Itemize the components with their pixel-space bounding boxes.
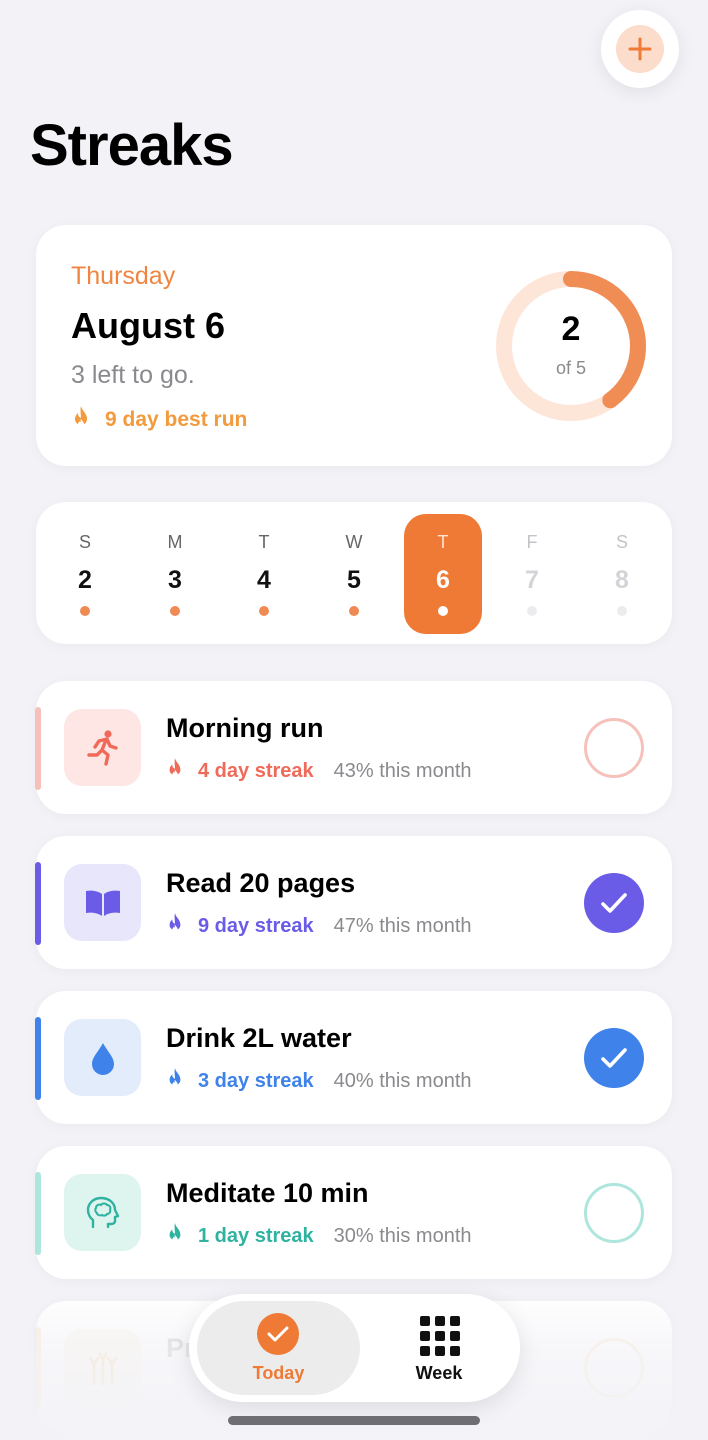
tab-bar: Today Week: [189, 1294, 520, 1402]
checkmark-icon: [601, 893, 627, 913]
tab-today[interactable]: Today: [197, 1301, 360, 1395]
habit-name: Meditate 10 min: [166, 1178, 369, 1208]
completion-dot: [617, 606, 627, 616]
habit-name: Read 20 pages: [166, 868, 356, 898]
checkmark-icon: [601, 1048, 627, 1068]
habit-month-percent: 40% this month: [333, 1069, 472, 1092]
day-sun[interactable]: S 2: [46, 502, 124, 644]
complete-toggle[interactable]: [584, 1028, 644, 1088]
habit-streak: 9 day streak: [166, 912, 314, 940]
day-number: 5: [347, 566, 361, 594]
day-letter: S: [615, 532, 628, 552]
habit-streak: 4 day streak: [166, 757, 314, 785]
home-indicator: [228, 1416, 480, 1425]
day-number: 2: [78, 566, 92, 594]
page-title: Streaks: [30, 113, 234, 178]
day-letter: M: [167, 532, 183, 552]
habit-name: Morning run: [166, 713, 324, 743]
completion-dot: [259, 606, 269, 616]
habit-month-percent: 43% this month: [333, 759, 472, 782]
habit-card-read[interactable]: Read 20 pages 9 day streak 47% this mont…: [35, 836, 672, 969]
day-sat[interactable]: S 8: [583, 502, 661, 644]
day-thu-selected[interactable]: T 6: [404, 514, 482, 634]
day-tue[interactable]: T 4: [225, 502, 303, 644]
day-letter: T: [258, 532, 270, 552]
day-fri[interactable]: F 7: [493, 502, 571, 644]
water-drop-icon: [64, 1019, 141, 1096]
progress-total: of 5: [555, 358, 587, 378]
plus-icon: [616, 25, 664, 73]
grid-icon: [420, 1316, 460, 1356]
habit-streak: 3 day streak: [166, 1067, 314, 1095]
habit-card-meditate[interactable]: Meditate 10 min 1 day streak 30% this mo…: [35, 1146, 672, 1279]
summary-remaining: 3 left to go.: [71, 361, 195, 389]
completion-dot: [170, 606, 180, 616]
day-number: 3: [168, 566, 182, 594]
completion-dot: [349, 606, 359, 616]
check-circle-icon: [257, 1313, 299, 1355]
progress-count: 2: [561, 310, 581, 348]
day-wed[interactable]: W 5: [315, 502, 393, 644]
habit-color-bar: [35, 862, 41, 945]
habit-card-water[interactable]: Drink 2L water 3 day streak 40% this mon…: [35, 991, 672, 1124]
habit-color-bar: [35, 707, 41, 790]
habit-streak-text: 1 day streak: [198, 1224, 314, 1247]
complete-toggle[interactable]: [584, 1183, 644, 1243]
day-number: 7: [525, 566, 539, 594]
completion-dot: [80, 606, 90, 616]
habit-streak: 1 day streak: [166, 1222, 314, 1250]
app-screen: Streaks Thursday August 6 3 left to go. …: [0, 0, 708, 1440]
habit-streak-text: 9 day streak: [198, 914, 314, 937]
flame-icon: [166, 757, 184, 785]
add-habit-button[interactable]: [601, 10, 679, 88]
habit-streak-text: 4 day streak: [198, 759, 314, 782]
habit-meta: 3 day streak 40% this month: [166, 1067, 472, 1095]
habit-month-percent: 47% this month: [333, 914, 472, 937]
habit-meta: 9 day streak 47% this month: [166, 912, 472, 940]
habit-color-bar: [35, 1017, 41, 1100]
brain-icon: [64, 1174, 141, 1251]
habit-card-morning-run[interactable]: Morning run 4 day streak 43% this month: [35, 681, 672, 814]
habit-meta: 4 day streak 43% this month: [166, 757, 472, 785]
habit-color-bar: [35, 1172, 41, 1255]
day-letter: T: [437, 532, 449, 552]
running-icon: [64, 709, 141, 786]
habit-streak-text: 3 day streak: [198, 1069, 314, 1092]
habit-name: Drink 2L water: [166, 1023, 352, 1053]
tab-week-label: Week: [415, 1363, 463, 1383]
best-run-label: 9 day best run: [71, 405, 247, 435]
complete-toggle[interactable]: [584, 718, 644, 778]
flame-icon: [166, 1067, 184, 1095]
summary-date: August 6: [71, 305, 226, 346]
day-number: 6: [436, 566, 450, 594]
habit-month-percent: 30% this month: [333, 1224, 472, 1247]
flame-icon: [166, 912, 184, 940]
complete-toggle[interactable]: [584, 873, 644, 933]
best-run-text: 9 day best run: [105, 408, 248, 431]
book-icon: [64, 864, 141, 941]
day-number: 8: [615, 566, 629, 594]
day-letter: F: [526, 532, 538, 552]
day-mon[interactable]: M 3: [136, 502, 214, 644]
week-strip: S 2 M 3 T 4 W 5 T 6 F 7 S 8: [36, 502, 672, 644]
summary-weekday: Thursday: [71, 262, 176, 290]
flame-icon: [71, 405, 91, 435]
completion-dot: [527, 606, 537, 616]
flame-icon: [166, 1222, 184, 1250]
tab-week[interactable]: Week: [369, 1301, 509, 1395]
habit-meta: 1 day streak 30% this month: [166, 1222, 472, 1250]
day-number: 4: [257, 566, 271, 594]
day-letter: W: [345, 532, 363, 552]
day-letter: S: [78, 532, 91, 552]
tab-today-label: Today: [252, 1363, 305, 1383]
today-summary-card: Thursday August 6 3 left to go. 9 day be…: [36, 225, 672, 466]
completion-dot: [438, 606, 448, 616]
